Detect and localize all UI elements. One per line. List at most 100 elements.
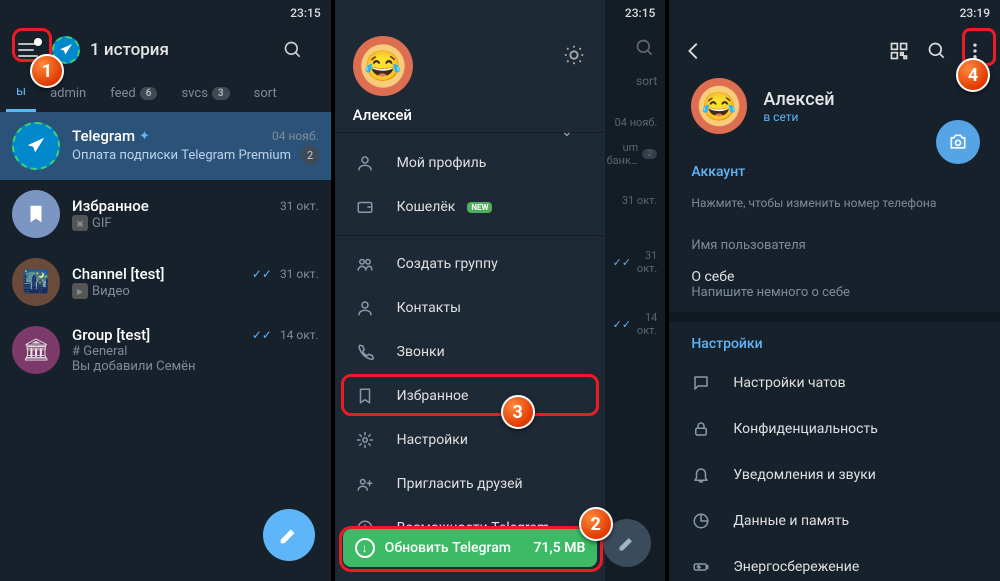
phone-row[interactable]: Нажмите, чтобы изменить номер телефона bbox=[691, 188, 978, 230]
section-title: Аккаунт bbox=[691, 164, 978, 180]
chat-avatar: 🌃 bbox=[12, 258, 60, 306]
settings-item-chat[interactable]: Настройки чатов bbox=[669, 360, 1000, 406]
lock-icon bbox=[691, 419, 711, 439]
menu-item-group[interactable]: Создать группу bbox=[335, 242, 605, 286]
chat-preview: Оплата подписки Telegram Premium банк… bbox=[72, 148, 295, 163]
settings-list: Настройки чатов Конфиденциальность Уведомл… bbox=[669, 360, 1000, 581]
section-divider bbox=[669, 312, 1000, 322]
change-photo-fab[interactable] bbox=[936, 120, 980, 164]
settings-item-bell[interactable]: Уведомления и звуки bbox=[669, 452, 1000, 498]
settings-label: Конфиденциальность bbox=[733, 421, 877, 437]
section-title: Настройки bbox=[691, 336, 978, 352]
chat-preview: ▣GIF bbox=[72, 215, 319, 231]
thumb-icon: ▶ bbox=[72, 283, 88, 299]
chat-list: Telegram ✦ 04 нояб. Оплата подписки Tele… bbox=[0, 112, 331, 384]
chat-avatar bbox=[12, 190, 60, 238]
step-bubble: 1 bbox=[30, 54, 64, 88]
compose-fab[interactable] bbox=[263, 509, 315, 561]
menu-label: Кошелёк bbox=[397, 199, 456, 215]
phone-icon bbox=[355, 342, 375, 362]
chat-row[interactable]: Избранное 31 окт. ▣GIF bbox=[0, 180, 331, 248]
header-title[interactable]: 1 история bbox=[90, 40, 283, 60]
tab-svcs[interactable]: svcs3 bbox=[171, 78, 239, 112]
qr-icon[interactable] bbox=[880, 32, 918, 70]
theme-toggle-icon[interactable] bbox=[563, 44, 587, 68]
chat-time: 31 окт. bbox=[280, 267, 319, 281]
expand-accounts-icon[interactable]: ⌄ bbox=[561, 124, 573, 140]
profile-block: 😂 Алексей в сети bbox=[669, 76, 1000, 150]
statusbar: 23:15 bbox=[0, 0, 331, 26]
verified-icon: ✦ bbox=[139, 129, 150, 144]
chat-row[interactable]: Telegram ✦ 04 нояб. Оплата подписки Tele… bbox=[0, 112, 331, 180]
chat-icon bbox=[691, 373, 711, 393]
drawer-avatar[interactable]: 😂 bbox=[353, 36, 413, 96]
screen-drawer: 23:15 sort 04 нояб. um банк…2 31 окт. ✓✓… bbox=[335, 0, 666, 581]
step-bubble: 2 bbox=[579, 507, 613, 541]
drawer-menu: Мой профиль Кошелёк NEW Создать группу Конта… bbox=[335, 133, 605, 581]
search-button[interactable] bbox=[283, 40, 323, 60]
settings-label: Энергосбережение bbox=[733, 559, 859, 575]
section-settings: Настройки bbox=[669, 322, 1000, 352]
menu-label: Мой профиль bbox=[397, 155, 487, 171]
back-button[interactable] bbox=[675, 32, 713, 70]
gear-icon bbox=[355, 430, 375, 450]
drawer-name: Алексей bbox=[353, 106, 587, 124]
about-row[interactable]: О себе Напишите немного о себе bbox=[691, 261, 978, 308]
user-icon bbox=[355, 153, 375, 173]
chat-name: Избранное bbox=[72, 197, 149, 215]
contact-icon bbox=[355, 298, 375, 318]
chat-topic: # General bbox=[72, 344, 319, 359]
tab-sort[interactable]: sort bbox=[244, 78, 287, 112]
search-button[interactable] bbox=[918, 32, 956, 70]
chat-preview: Вы добавили Семён bbox=[72, 359, 319, 374]
menu-item-invite[interactable]: Пригласить друзей bbox=[335, 462, 605, 506]
menu-label: Создать группу bbox=[397, 256, 498, 272]
menu-item-user[interactable]: Мой профиль bbox=[335, 141, 605, 185]
tab-all[interactable]: ы bbox=[6, 78, 36, 112]
settings-label: Данные и память bbox=[733, 513, 849, 529]
screen-settings: 23:19 😂 Алексей в сети Аккаунт Нажмите, … bbox=[669, 0, 1000, 581]
profile-avatar[interactable]: 😂 bbox=[691, 78, 747, 134]
chat-row[interactable]: 🌃 Channel [test] ✓✓ 31 окт. ▶Видео bbox=[0, 248, 331, 316]
invite-icon bbox=[355, 474, 375, 494]
chat-avatar: 🏛 bbox=[12, 326, 60, 374]
section-account: Аккаунт Нажмите, чтобы изменить номер те… bbox=[669, 150, 1000, 312]
tab-feed[interactable]: feed6 bbox=[100, 78, 167, 112]
statusbar: 23:19 bbox=[669, 0, 1000, 26]
unread-badge: 2 bbox=[301, 145, 318, 165]
profile-name: Алексей bbox=[763, 89, 834, 110]
thumb-icon: ▣ bbox=[72, 215, 88, 231]
menu-label: Пригласить друзей bbox=[397, 476, 523, 492]
settings-item-pie[interactable]: Данные и память bbox=[669, 498, 1000, 544]
chat-name: Telegram bbox=[72, 127, 135, 145]
chat-row[interactable]: 🏛 Group [test] ✓✓ 14 окт. # General Вы д… bbox=[0, 316, 331, 384]
step-bubble: 4 bbox=[956, 58, 990, 92]
pie-icon bbox=[691, 511, 711, 531]
menu-item-wallet[interactable]: Кошелёк NEW bbox=[335, 185, 605, 229]
bell-icon bbox=[691, 465, 711, 485]
settings-header bbox=[669, 26, 1000, 76]
read-checks-icon: ✓✓ bbox=[252, 267, 272, 281]
menu-item-gear[interactable]: Настройки bbox=[335, 418, 605, 462]
battery-icon bbox=[691, 557, 711, 577]
menu-item-contact[interactable]: Контакты bbox=[335, 286, 605, 330]
chat-time: 31 окт. bbox=[280, 199, 319, 213]
settings-item-lock[interactable]: Конфиденциальность bbox=[669, 406, 1000, 452]
chat-name: Group [test] bbox=[72, 326, 150, 344]
group-icon bbox=[355, 254, 375, 274]
menu-divider bbox=[335, 235, 605, 236]
username-row[interactable]: Имя пользователя bbox=[691, 230, 978, 261]
chat-name: Channel [test] bbox=[72, 265, 164, 283]
chat-preview: ▶Видео bbox=[72, 283, 319, 299]
new-badge: NEW bbox=[467, 202, 492, 213]
settings-item-battery[interactable]: Энергосбережение bbox=[669, 544, 1000, 581]
status-time: 23:19 bbox=[960, 6, 990, 20]
menu-label: Настройки bbox=[397, 432, 468, 448]
menu-label: Звонки bbox=[397, 344, 445, 360]
screen-chatlist: 23:15 1 история ы admin feed6 svcs3 sort bbox=[0, 0, 331, 581]
menu-item-phone[interactable]: Звонки bbox=[335, 330, 605, 374]
status-time: 23:15 bbox=[625, 6, 655, 20]
search-button[interactable] bbox=[635, 38, 655, 58]
highlight-box bbox=[339, 526, 603, 572]
statusbar: 23:15 bbox=[335, 0, 666, 26]
